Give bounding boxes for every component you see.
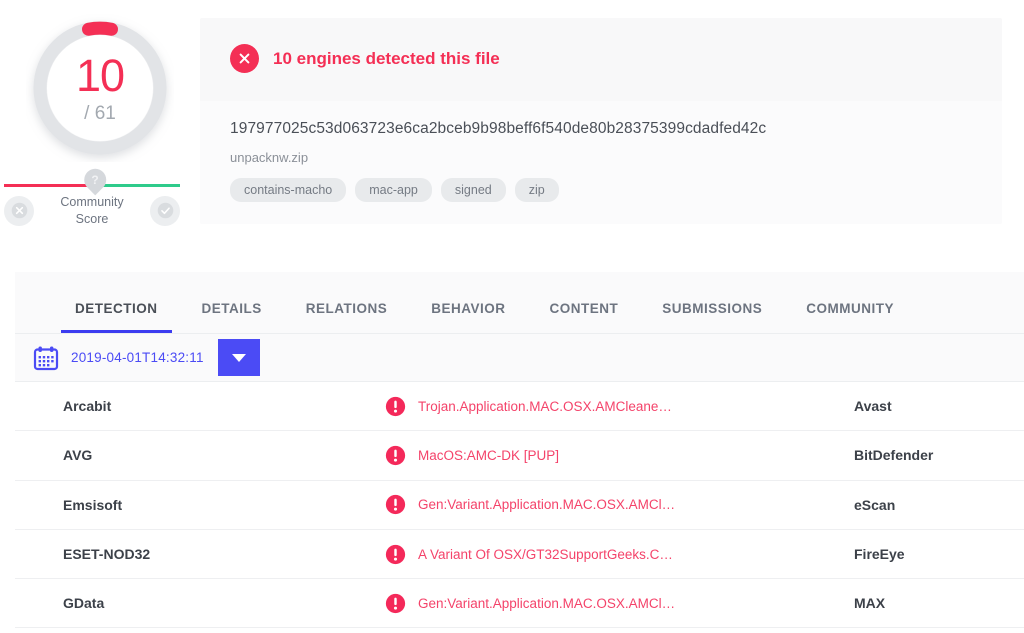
detection-result-cell: MacOS:AMC-DK [PUP] (385, 445, 854, 466)
scan-date-dropdown-button[interactable] (218, 339, 260, 376)
results-panel: DETECTION DETAILS RELATIONS BEHAVIOR CON… (15, 272, 1024, 633)
engine-name-right: BitDefender (854, 447, 1024, 463)
detection-result: Trojan.Application.MAC.OSX.AMCleane… (418, 399, 672, 414)
engine-name-right: eScan (854, 497, 1024, 513)
tag-item[interactable]: signed (441, 178, 506, 202)
community-score-pin[interactable]: ? (80, 164, 111, 195)
table-row[interactable]: Arcabit Trojan.Application.MAC.OSX.AMCle… (15, 382, 1024, 431)
detection-result-cell: A Variant Of OSX/GT32SupportGeeks.C… (385, 544, 854, 565)
alert-icon (385, 445, 406, 466)
detection-result: MacOS:AMC-DK [PUP] (418, 448, 559, 463)
file-hash[interactable]: 197977025c53d063723e6ca2bceb9b98beff6f54… (230, 119, 972, 139)
table-row[interactable]: Emsisoft Gen:Variant.Application.MAC.OSX… (15, 481, 1024, 530)
engine-name-right: FireEye (854, 546, 1024, 562)
malicious-badge (230, 44, 259, 73)
check-mark-icon (157, 202, 174, 219)
tab-relations[interactable]: RELATIONS (284, 301, 410, 333)
detection-result-cell: Gen:Variant.Application.MAC.OSX.AMCl… (385, 494, 854, 515)
file-details: 197977025c53d063723e6ca2bceb9b98beff6f54… (200, 101, 1002, 224)
detection-result: Gen:Variant.Application.MAC.OSX.AMCl… (418, 497, 675, 512)
tab-behavior[interactable]: BEHAVIOR (409, 301, 527, 333)
community-score-label: Community Score (34, 194, 150, 228)
calendar-icon (33, 345, 59, 371)
engine-name-left: Arcabit (63, 398, 385, 414)
detections-table: Arcabit Trojan.Application.MAC.OSX.AMCle… (15, 382, 1024, 628)
tab-bar: DETECTION DETAILS RELATIONS BEHAVIOR CON… (15, 272, 1024, 334)
tab-submissions[interactable]: SUBMISSIONS (640, 301, 784, 333)
detection-result: Gen:Variant.Application.MAC.OSX.AMCl… (418, 596, 675, 611)
table-row[interactable]: AVG MacOS:AMC-DK [PUP] BitDefender (15, 431, 1024, 480)
tab-community[interactable]: COMMUNITY (784, 301, 916, 333)
community-score-negative (4, 184, 92, 187)
alert-icon (385, 593, 406, 614)
detection-result: A Variant Of OSX/GT32SupportGeeks.C… (418, 547, 673, 562)
engine-name-left: AVG (63, 447, 385, 463)
engine-name-left: ESET-NOD32 (63, 546, 385, 562)
detection-count: 10 (76, 53, 124, 98)
thumbs-up-circle[interactable] (150, 196, 180, 226)
engine-name-left: Emsisoft (63, 497, 385, 513)
engine-name-right: Avast (854, 398, 1024, 414)
tab-details[interactable]: DETAILS (180, 301, 284, 333)
engine-name-right: MAX (854, 595, 1024, 611)
tag-item[interactable]: zip (515, 178, 559, 202)
community-score-label-line2: Score (34, 211, 150, 228)
summary-section: 10 / 61 ? Community (0, 0, 1024, 262)
table-row[interactable]: GData Gen:Variant.Application.MAC.OSX.AM… (15, 579, 1024, 628)
detection-result-cell: Trojan.Application.MAC.OSX.AMCleane… (385, 396, 854, 417)
tag-item[interactable]: mac-app (355, 178, 432, 202)
community-score-label-line1: Community (34, 194, 150, 211)
detection-gauge: 10 / 61 (26, 14, 174, 162)
alert-icon (385, 544, 406, 565)
detection-result-cell: Gen:Variant.Application.MAC.OSX.AMCl… (385, 593, 854, 614)
community-score-widget: ? Community Score (4, 184, 180, 228)
file-tags: contains-macho mac-app signed zip (230, 178, 972, 202)
thumbs-down-circle[interactable] (4, 196, 34, 226)
tab-detection[interactable]: DETECTION (53, 301, 180, 333)
table-row[interactable]: ESET-NOD32 A Variant Of OSX/GT32SupportG… (15, 530, 1024, 579)
alert-icon (385, 396, 406, 417)
question-mark-icon: ? (92, 174, 99, 186)
tag-item[interactable]: contains-macho (230, 178, 346, 202)
alert-icon (385, 494, 406, 515)
scan-date-value[interactable]: 2019-04-01T14:32:11 (71, 350, 204, 365)
verdict-text: 10 engines detected this file (273, 49, 500, 69)
engine-name-left: GData (63, 595, 385, 611)
chevron-down-icon (232, 354, 246, 362)
verdict-header: 10 engines detected this file (200, 18, 1002, 101)
file-name: unpacknw.zip (230, 150, 972, 165)
tab-content[interactable]: CONTENT (528, 301, 641, 333)
engine-total: / 61 (84, 104, 116, 123)
detection-score-panel: 10 / 61 ? Community (0, 0, 200, 228)
x-circle-icon (236, 50, 253, 67)
scan-date-row: 2019-04-01T14:32:11 (15, 334, 1024, 382)
x-mark-icon (11, 202, 28, 219)
file-summary-card: 10 engines detected this file 197977025c… (200, 18, 1002, 224)
